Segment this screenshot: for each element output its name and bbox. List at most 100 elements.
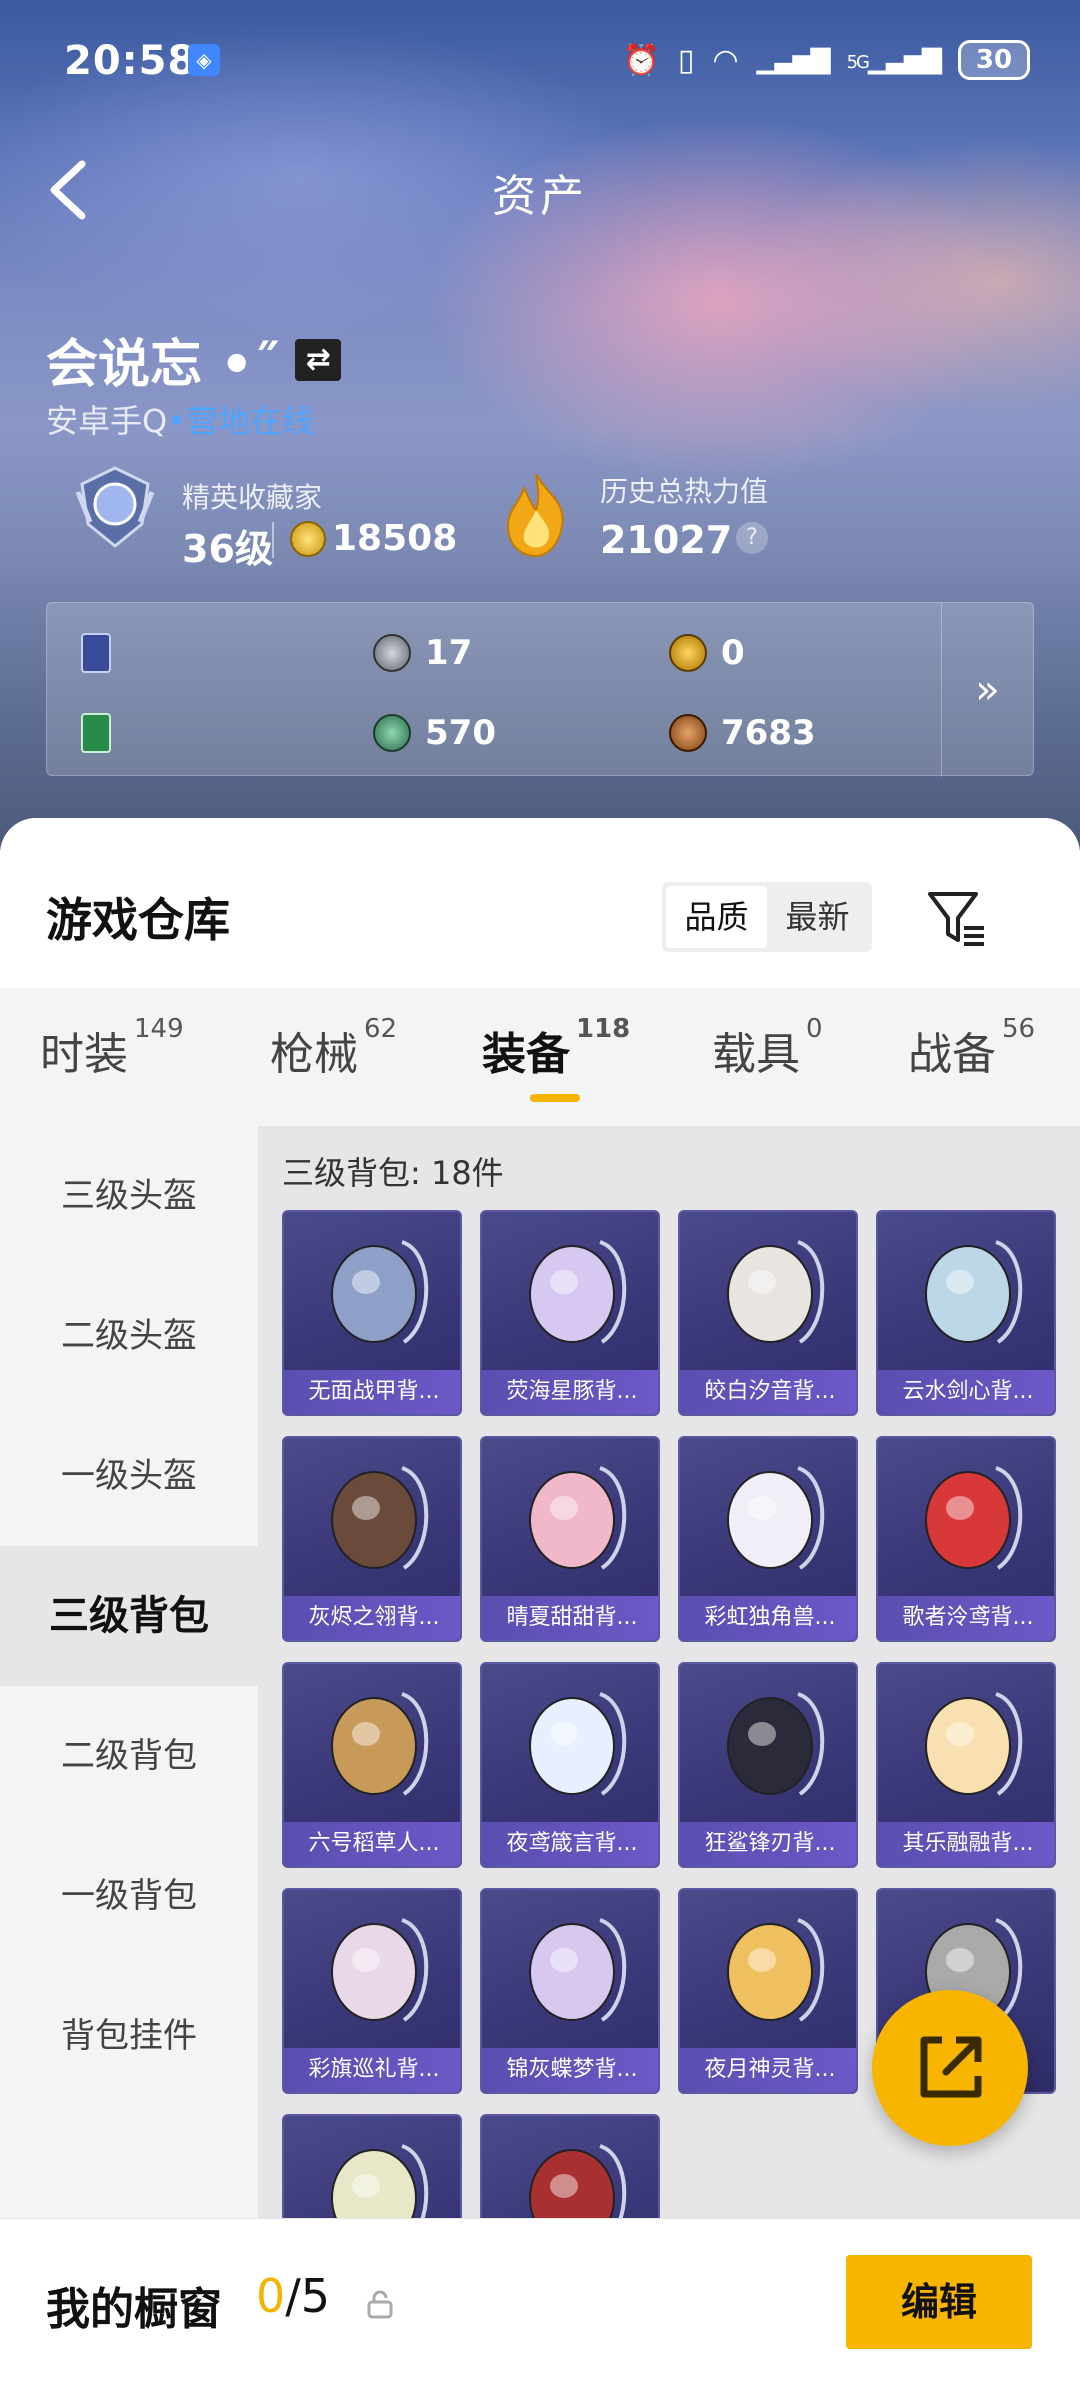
showcase-count: 0/5: [256, 2269, 330, 2323]
backpack-card[interactable]: 彩虹独角兽...: [678, 1436, 858, 1642]
section-title: 三级背包: 18件: [282, 1154, 504, 1192]
status-icons: ⏰ ▯ ◠ ▁▃▅▇ 5G▁▃▅▇ 30: [623, 40, 1030, 80]
heat-title: 历史总热力值: [600, 475, 769, 508]
backpack-name: 荧海星豚背...: [482, 1370, 658, 1414]
tab-gear[interactable]: 战备 56: [908, 1014, 1035, 1082]
help-icon[interactable]: ?: [736, 522, 768, 554]
green-coin-icon: [373, 714, 411, 752]
sidebar-item-helmet-1[interactable]: 一级头盔: [0, 1406, 258, 1546]
signal-icon: ▁▃▅▇: [756, 45, 831, 75]
backpack-card[interactable]: 夜月神灵背...: [678, 1888, 858, 2094]
backpack-name: 灰烬之翎背...: [284, 1596, 460, 1640]
tab-label: 载具: [712, 1029, 800, 1080]
green-card-icon: [81, 713, 111, 753]
warehouse-sheet: 游戏仓库 品质 最新 时装 149 枪械 62 装备 118 载具 0 战备 56 三级头…: [0, 818, 1080, 2382]
backpack-thumbnail-icon: [331, 1466, 429, 1570]
blue-card-icon: [81, 633, 111, 673]
showcase-current: 0: [256, 2269, 286, 2323]
shield-notification-icon: ◈: [188, 44, 220, 76]
switch-account-icon[interactable]: ⇄: [295, 338, 342, 381]
share-button[interactable]: [872, 1990, 1028, 2146]
currency-item: 7683: [669, 713, 816, 753]
sort-quality-option[interactable]: 品质: [666, 886, 767, 948]
signal-5g-icon: 5G▁▃▅▇: [846, 45, 942, 75]
sidebar-item-helmet-2[interactable]: 二级头盔: [0, 1266, 258, 1406]
currency-panel: 5 17 0 0 570 7683 »: [46, 602, 1034, 777]
category-tabs: 时装 149 枪械 62 装备 118 载具 0 战备 56: [0, 988, 1080, 1126]
backpack-card[interactable]: 晴夏甜甜背...: [480, 1436, 660, 1642]
sidebar-item-backpack-2[interactable]: 二级背包: [0, 1686, 258, 1826]
lock-icon: [367, 2290, 393, 2319]
wifi-icon: ◠: [712, 42, 739, 78]
bronze-coin-icon: [669, 714, 707, 752]
heat-value: 21027: [600, 518, 733, 562]
tab-vehicles[interactable]: 载具 0: [712, 1014, 823, 1082]
backpack-card[interactable]: 彩旗巡礼背...: [282, 1888, 462, 2094]
share-external-icon: [920, 2036, 982, 2098]
warehouse-header: 游戏仓库 品质 最新: [0, 818, 1080, 988]
backpack-name: 锦灰蝶梦背...: [482, 2048, 658, 2092]
flame-icon: [506, 473, 564, 558]
backpack-card[interactable]: 荧海星豚背...: [480, 1210, 660, 1416]
currency-item: 0: [81, 713, 111, 753]
more-currencies-button[interactable]: »: [941, 603, 1033, 777]
active-tab-indicator: [530, 1094, 580, 1102]
tab-count: 0: [806, 1014, 823, 1044]
sort-toggle: 品质 最新: [662, 882, 872, 952]
sidebar-item-backpack-charm[interactable]: 背包挂件: [0, 1966, 258, 2106]
backpack-card[interactable]: 灰烬之翎背...: [282, 1436, 462, 1642]
sort-newest-option[interactable]: 最新: [767, 886, 868, 948]
backpack-name: 六号稻草人...: [284, 1822, 460, 1866]
backpack-thumbnail-icon: [331, 1240, 429, 1344]
laurel-coin-icon: [290, 520, 326, 557]
tab-count: 62: [364, 1014, 398, 1044]
showcase-label: 我的橱窗: [46, 2284, 222, 2335]
backpack-card[interactable]: 狂鲨锋刃背...: [678, 1662, 858, 1868]
edit-button[interactable]: 编辑: [846, 2255, 1032, 2349]
backpack-name: 夜月神灵背...: [680, 2048, 856, 2092]
collection-points: 18508: [290, 518, 457, 559]
backpack-name: 云水剑心背...: [878, 1370, 1054, 1414]
backpack-card[interactable]: 歌者泠鸢背...: [876, 1436, 1056, 1642]
filter-icon[interactable]: [926, 888, 988, 948]
rank-badge-icon: [75, 466, 155, 548]
page-title: 资产: [492, 171, 588, 222]
backpack-card[interactable]: 六号稻草人...: [282, 1662, 462, 1868]
backpack-card[interactable]: 云水剑心背...: [876, 1210, 1056, 1416]
tab-label: 战备: [908, 1029, 996, 1080]
currency-item: 570: [373, 713, 496, 753]
tab-fashion[interactable]: 时装 149: [40, 1014, 184, 1082]
backpack-thumbnail-icon: [727, 1918, 825, 2022]
backpack-card[interactable]: 夜鸢箴言背...: [480, 1662, 660, 1868]
backpack-name: 狂鲨锋刃背...: [680, 1822, 856, 1866]
tab-equipment[interactable]: 装备 118: [482, 1014, 630, 1082]
item-content: 三级背包: 18件 无面战甲背... 荧海星豚背... 皎白汐音背... 云水剑心背.…: [258, 1126, 1080, 2382]
platform-line: 安卓手Q•营地在线: [46, 402, 315, 440]
tab-label: 装备: [482, 1029, 570, 1080]
backpack-name: 歌者泠鸢背...: [878, 1596, 1054, 1640]
status-bar: 20:58 ◈ ⏰ ▯ ◠ ▁▃▅▇ 5G▁▃▅▇ 30: [0, 0, 1080, 120]
backpack-name: 晴夏甜甜背...: [482, 1596, 658, 1640]
backpack-card[interactable]: 锦灰蝶梦背...: [480, 1888, 660, 2094]
backpack-name: 其乐融融背...: [878, 1822, 1054, 1866]
currency-value: 0: [721, 633, 745, 673]
online-status: 营地在线: [186, 402, 315, 440]
backpack-card[interactable]: 皎白汐音背...: [678, 1210, 858, 1416]
backpack-name: 彩旗巡礼背...: [284, 2048, 460, 2092]
backpack-card[interactable]: 无面战甲背...: [282, 1210, 462, 1416]
sidebar-item-helmet-3[interactable]: 三级头盔: [0, 1126, 258, 1266]
status-time: 20:58: [64, 38, 197, 84]
sidebar-item-backpack-3[interactable]: 三级背包: [0, 1546, 258, 1686]
backpack-thumbnail-icon: [925, 1466, 1023, 1570]
backpack-card[interactable]: 其乐融融背...: [876, 1662, 1056, 1868]
subcategory-nav: 三级头盔 二级头盔 一级头盔 三级背包 二级背包 一级背包 背包挂件: [0, 1126, 258, 2382]
showcase-total: /5: [285, 2269, 331, 2323]
tab-count: 149: [134, 1014, 184, 1044]
backpack-name: 无面战甲背...: [284, 1370, 460, 1414]
tab-count: 56: [1002, 1014, 1036, 1044]
sidebar-item-backpack-1[interactable]: 一级背包: [0, 1826, 258, 1966]
backpack-thumbnail-icon: [727, 1240, 825, 1344]
tab-weapons[interactable]: 枪械 62: [270, 1014, 397, 1082]
rank-level: 36级: [182, 527, 273, 571]
gold-coin-icon: [669, 634, 707, 672]
